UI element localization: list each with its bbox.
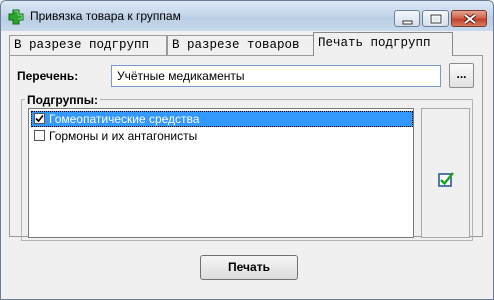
title-bar[interactable]: Привязка товара к группам [1, 1, 493, 31]
subgroups-list[interactable]: Гомеопатические средства Гормоны и их ан… [28, 108, 414, 238]
check-all-icon[interactable] [438, 171, 455, 188]
browse-button[interactable]: ... [449, 63, 474, 88]
checkmark-icon [35, 114, 44, 123]
subgroups-label: Подгруппы: [25, 93, 100, 107]
main-window: Привязка товара к группам В разрезе подг… [0, 0, 494, 300]
close-button[interactable] [451, 10, 487, 27]
green-cross-icon [8, 9, 24, 25]
tab-by-subgroups[interactable]: В разрезе подгрупп [9, 35, 167, 55]
tab-strip: В разрезе подгрупп В разрезе товаров Печ… [7, 32, 487, 56]
tab-print-subgroups[interactable]: Печать подгрупп [313, 32, 453, 56]
perechen-field[interactable]: Учётные медикаменты [111, 65, 441, 87]
checkbox[interactable] [34, 113, 45, 124]
minimize-icon [402, 20, 413, 25]
list-item-label: Гомеопатические средства [49, 112, 200, 126]
maximize-icon [429, 13, 443, 25]
list-item[interactable]: Гомеопатические средства [31, 111, 413, 127]
list-item-label: Гормоны и их антагонисты [49, 129, 198, 143]
perechen-label: Перечень: [17, 69, 79, 83]
minimize-button[interactable] [394, 10, 420, 27]
close-icon [463, 13, 477, 25]
tab-by-products[interactable]: В разрезе товаров [167, 35, 314, 55]
print-button[interactable]: Печать [200, 255, 298, 280]
checkbox[interactable] [34, 130, 45, 141]
list-item[interactable]: Гормоны и их антагонисты [31, 128, 413, 144]
maximize-button[interactable] [422, 10, 449, 27]
window-title: Привязка товара к группам [30, 9, 181, 23]
list-side-panel [421, 108, 470, 238]
